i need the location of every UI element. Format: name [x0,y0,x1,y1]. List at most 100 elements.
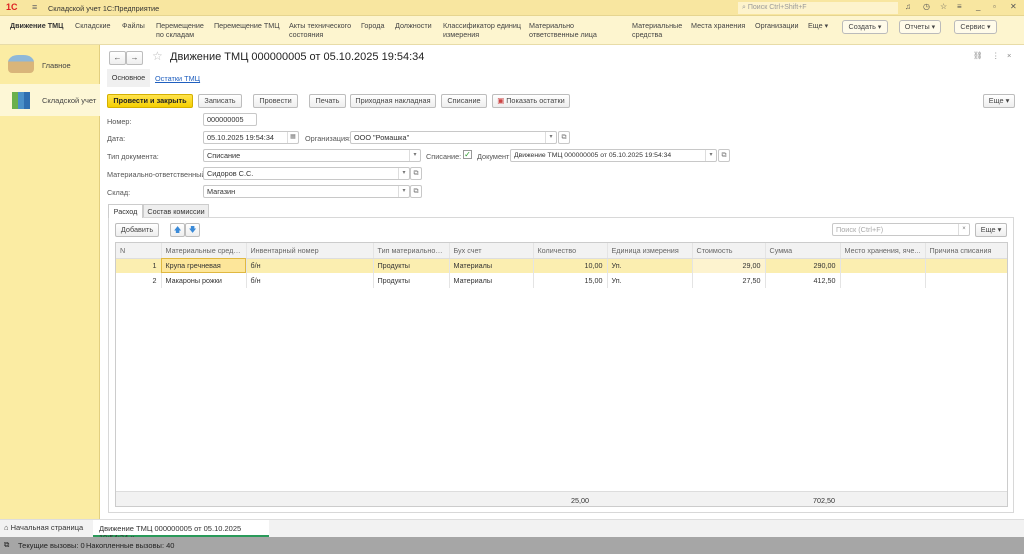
close-icon[interactable]: ✕ [1010,2,1017,11]
table-row[interactable]: 2 Макароны рожки б/н Продукты Материалы 15,00… [116,273,1007,288]
table-cell[interactable]: 15,00 [533,273,608,288]
reports-button[interactable]: Отчеты ▾ [899,20,941,34]
table-search-input[interactable]: Поиск (Ctrl+F) × [832,223,970,236]
post-button[interactable]: Провести [253,94,298,108]
column-header[interactable]: Инвентарный номер [246,243,374,259]
table-cell[interactable]: 2 [116,273,162,288]
number-field[interactable]: 000000005 [203,113,257,126]
organization-field[interactable]: ООО "Ромашка" ▾ [350,131,557,144]
create-button[interactable]: Создать ▾ [842,20,888,34]
close-form-icon[interactable]: × [1007,51,1011,60]
back-button[interactable]: ← [109,51,126,65]
chevron-down-icon[interactable]: ▾ [545,132,556,143]
menu-item-organizations[interactable]: Организации [755,21,798,31]
chevron-down-icon[interactable]: ▾ [398,186,409,197]
more-actions-icon[interactable]: ⋮ [992,51,1000,60]
table-cell[interactable]: 290,00 [765,258,841,273]
menu-item-storage[interactable]: Места хранения [691,21,745,31]
column-header[interactable]: Сумма [765,243,841,259]
column-header[interactable]: Стоимость [692,243,766,259]
restore-icon[interactable]: ▫ [993,2,996,11]
tab-main[interactable]: Основное [107,69,150,87]
table-cell[interactable]: Продукты [373,258,450,273]
column-header[interactable]: N [116,243,162,259]
document-window-tab[interactable]: Движение ТМЦ 000000005 от 05.10.2025 19:… [93,520,269,542]
table-cell[interactable]: 27,50 [692,273,766,288]
global-search-input[interactable]: ⌕ Поиск Ctrl+Shift+F [738,2,898,14]
service-button[interactable]: Сервис ▾ [954,20,997,34]
add-button[interactable]: Добавить [115,223,159,237]
column-header[interactable]: Количество [533,243,608,259]
history-icon[interactable]: ◷ [923,2,930,11]
table-cell[interactable]: 10,00 [533,258,608,273]
menu-item-tech-acts[interactable]: Акты технического состояния [289,21,355,39]
menu-icon[interactable]: ≡ [32,2,37,12]
table-cell[interactable]: Материалы [449,258,534,273]
menu-item-positions[interactable]: Должности [395,21,432,31]
table-cell[interactable] [925,258,1007,273]
table-more-button[interactable]: Еще ▾ [975,223,1007,237]
table-cell[interactable] [840,258,926,273]
table-cell[interactable] [925,273,1007,288]
date-field[interactable]: 05.10.2025 19:54:34 ▦ [203,131,299,144]
table-cell[interactable]: Уп. [607,258,693,273]
menu-item-files[interactable]: Файлы [122,21,145,31]
menu-item-responsible[interactable]: Материально ответственные лица [529,21,624,39]
responsible-field[interactable]: Сидоров С.С. ▾ [203,167,410,180]
receipt-button[interactable]: Приходная накладная [350,94,436,108]
open-icon[interactable]: ⧉ [410,167,422,180]
document-field[interactable]: Движение ТМЦ 000000005 от 05.10.2025 19:… [510,149,717,162]
warehouse-field[interactable]: Магазин ▾ [203,185,410,198]
table-cell[interactable]: Продукты [373,273,450,288]
column-header[interactable]: Единица измерения [607,243,693,259]
tab-expense[interactable]: Расход [108,204,143,218]
column-header[interactable]: Место хранения, яче... [840,243,926,259]
menu-item-transfer-warehouses[interactable]: Перемещение по складам [156,21,206,39]
open-icon[interactable]: ⧉ [718,149,730,162]
sidebar-item-main[interactable]: Главное [0,49,100,81]
column-header[interactable]: Материальные средс... [161,243,247,259]
table-cell[interactable]: 1 [116,258,162,273]
star-icon[interactable]: ☆ [940,2,947,11]
tab-commission[interactable]: Состав комиссии [143,204,209,218]
table-cell[interactable]: б/н [246,258,374,273]
post-and-close-button[interactable]: Провести и закрыть [107,94,193,108]
table-cell[interactable] [840,273,926,288]
windows-icon[interactable]: ⧉ [4,540,9,550]
tab-balance[interactable]: Остатки ТМЦ [155,74,200,83]
sidebar-item-warehouse[interactable]: Складской учет [0,84,100,116]
writeoff-checkbox[interactable]: ✓ [463,150,472,159]
menu-item-cities[interactable]: Города [361,21,384,31]
save-button[interactable]: Записать [198,94,242,108]
doc-type-field[interactable]: Списание ▾ [203,149,421,162]
table-cell[interactable]: 29,00 [692,258,766,273]
table-row[interactable]: 1 Крупа гречневая б/н Продукты Материалы 10,0… [116,258,1007,273]
home-tab[interactable]: ⌂ Начальная страница [4,523,83,532]
more-button[interactable]: Еще ▾ [983,94,1015,108]
open-icon[interactable]: ⧉ [558,131,570,144]
table-cell[interactable]: б/н [246,273,374,288]
table-cell[interactable]: Крупа гречневая [161,258,247,273]
menu-item-transfer-tmc[interactable]: Перемещение ТМЦ [214,21,280,31]
open-icon[interactable]: ⧉ [410,185,422,198]
calendar-icon[interactable]: ▦ [287,132,298,143]
table-cell[interactable]: Уп. [607,273,693,288]
menu-item-materials[interactable]: Материальные средства [632,21,682,39]
forward-button[interactable]: → [126,51,143,65]
table-cell[interactable]: Макароны рожки [161,273,247,288]
menu-item-warehouses[interactable]: Складские [75,21,111,31]
table-cell[interactable]: Материалы [449,273,534,288]
show-balance-button[interactable]: ▣ Показать остатки [492,94,570,108]
menu-item-movement[interactable]: Движение ТМЦ [10,21,63,31]
column-header[interactable]: Причина списания [925,243,1007,259]
writeoff-button[interactable]: Списание [441,94,487,108]
settings-menu-icon[interactable]: ≡ [957,2,962,11]
chevron-down-icon[interactable]: ▾ [398,168,409,179]
chevron-down-icon[interactable]: ▾ [409,150,420,161]
chevron-down-icon[interactable]: ▾ [705,150,716,161]
favorite-star-icon[interactable]: ☆ [152,49,163,63]
column-header[interactable]: Бух счет [449,243,534,259]
link-icon[interactable]: ⛓ [973,51,983,60]
menu-item-more[interactable]: Еще ▾ [808,21,828,31]
minimize-icon[interactable]: _ [976,2,980,11]
